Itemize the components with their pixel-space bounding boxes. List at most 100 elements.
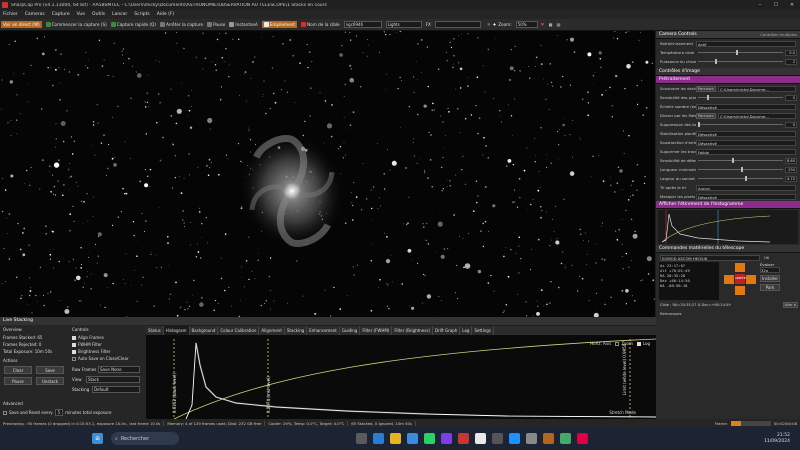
west-button[interactable] <box>724 275 734 284</box>
app-icon-6[interactable] <box>525 433 537 444</box>
tab-histogram[interactable]: Histogram <box>163 326 190 335</box>
live-image[interactable] <box>0 31 655 317</box>
dark-browse-button[interactable]: Parcourir <box>696 85 717 92</box>
refresh-select[interactable]: Actif <box>696 40 796 47</box>
clear-button[interactable]: Clear <box>4 366 32 374</box>
brightness-filter-checkbox[interactable] <box>72 349 76 354</box>
app-icon-2[interactable] <box>457 433 469 444</box>
stop-capture-button[interactable]: Arrêter la capture <box>159 22 203 27</box>
temp-value[interactable]: 0.0 <box>785 49 797 56</box>
app-icon-8[interactable] <box>576 433 588 444</box>
app-icon-5[interactable] <box>508 433 520 444</box>
close-button[interactable]: ✕ <box>784 2 800 8</box>
menu-outils[interactable]: Outils <box>92 12 105 17</box>
tab-status[interactable]: Status <box>146 326 164 335</box>
goto-button[interactable]: Aller à <box>782 301 798 308</box>
windows-start-icon[interactable]: ⊞ <box>92 433 103 444</box>
multi-controls-option[interactable]: Contrôles multiples <box>760 32 797 37</box>
flat-browse-button[interactable]: Parcourir <box>696 112 717 119</box>
camera-controls-header[interactable]: Camera Controls Contrôles multiples <box>656 31 800 39</box>
whatsapp-icon[interactable] <box>423 433 435 444</box>
save-button[interactable]: Save <box>36 366 64 374</box>
mask-select[interactable]: Désactivé <box>696 193 796 200</box>
maximize-button[interactable]: ☐ <box>768 2 784 8</box>
tab-filter-brightness[interactable]: Filter (Brightness) <box>392 326 433 335</box>
mini-histogram[interactable] <box>658 210 798 244</box>
snapshot-button[interactable]: Instantané <box>229 22 258 27</box>
banding-slider[interactable] <box>698 122 783 127</box>
banding-value[interactable]: 0 <box>785 121 797 128</box>
tab-log[interactable]: Log <box>460 326 473 335</box>
width-slider[interactable] <box>698 176 783 181</box>
hot-pixel-value[interactable]: 5 <box>785 94 797 101</box>
minimize-button[interactable]: – <box>752 2 768 8</box>
preprocess-header[interactable]: Prétraitement <box>656 76 800 84</box>
heater-slider[interactable] <box>698 59 783 64</box>
clock[interactable]: 21:52 11/09/2024 <box>764 433 790 445</box>
auto-save-checkbox[interactable] <box>72 356 76 361</box>
tab-colour-calibration[interactable]: Colour Calibration <box>218 326 260 335</box>
pause-button[interactable]: Pause <box>207 22 225 27</box>
edge-icon[interactable] <box>372 433 384 444</box>
detection-value[interactable]: 8.60 <box>785 157 797 164</box>
menu-lancer[interactable]: Lancer <box>112 12 127 17</box>
menu-scripts[interactable]: Scripts <box>134 12 149 17</box>
sun-icon[interactable]: ☼ <box>487 22 491 27</box>
menu-fichier[interactable]: Fichier <box>3 12 18 17</box>
tab-enhancement[interactable]: Enhancement <box>307 326 340 335</box>
grid-icon[interactable]: ▦ <box>548 22 552 27</box>
log-checkbox[interactable] <box>636 341 641 346</box>
unstack-button[interactable]: Unstack <box>36 377 64 385</box>
store-icon[interactable] <box>406 433 418 444</box>
tab-filter-fwhm[interactable]: Filter (FWHM) <box>360 326 393 335</box>
pause-stack-button[interactable]: Pause <box>4 377 32 385</box>
south-button[interactable] <box>735 286 745 295</box>
trails-select[interactable]: Faible <box>696 148 796 155</box>
quick-capture-button[interactable]: Capture rapide (Q) <box>110 22 156 27</box>
dark-path[interactable]: C:\Users\micky\Docume... <box>718 85 796 92</box>
temp-slider[interactable] <box>698 50 783 55</box>
dark-scale-select[interactable]: Désactivé <box>696 103 796 110</box>
stop-button[interactable]: ARRÊTER <box>735 274 747 284</box>
install-button[interactable]: Installer <box>760 275 780 282</box>
east-button[interactable] <box>746 275 756 284</box>
detection-slider[interactable] <box>698 158 783 163</box>
raw-frames-select[interactable]: Save None <box>98 366 140 373</box>
app-icon-7[interactable] <box>559 433 571 444</box>
mount-select[interactable]: EQMOD ASCOM HEQ5/6 <box>660 254 760 261</box>
flat-path[interactable]: C:\Users\micky\Docume... <box>718 112 796 119</box>
zoom-select[interactable]: 50% <box>515 21 538 28</box>
mount-header[interactable]: Commandes matérielles du télescope <box>656 245 800 253</box>
crosshair-icon[interactable]: ✚ <box>493 22 497 27</box>
folder-icon[interactable] <box>389 433 401 444</box>
heater-value[interactable]: 2 <box>785 58 797 65</box>
save-reset-checkbox[interactable] <box>3 410 7 415</box>
fwhm-filter-checkbox[interactable] <box>72 342 76 347</box>
flat-stab-select[interactable]: Désactivé <box>696 130 796 137</box>
background-select[interactable]: Désactivé <box>696 139 796 146</box>
align-frames-checkbox[interactable] <box>72 335 76 340</box>
app-icon-3[interactable] <box>474 433 486 444</box>
tab-drift-graph[interactable]: Drift Graph <box>433 326 461 335</box>
menu-capture[interactable]: Capture <box>52 12 70 17</box>
menu-vue[interactable]: Vue <box>77 12 85 17</box>
rate-select[interactable]: 32x <box>760 267 780 273</box>
frame-type-select[interactable]: Lights <box>385 21 422 28</box>
min-length-slider[interactable] <box>698 167 783 172</box>
heart-icon[interactable]: ♥ <box>541 22 545 27</box>
taskbar-search[interactable]: ⌕ Rechercher <box>111 432 179 445</box>
tab-guiding[interactable]: Guiding <box>340 326 361 335</box>
min-length-value[interactable]: 234 <box>785 166 797 173</box>
zoom-checkbox[interactable] <box>615 341 620 346</box>
live-view-button[interactable]: Voir en direct (W) <box>1 21 42 28</box>
task-view-icon[interactable] <box>355 433 367 444</box>
image-controls-header[interactable]: Contrôles d'image <box>656 68 800 76</box>
tab-settings[interactable]: Settings <box>472 326 494 335</box>
menu-aide[interactable]: Aide (F) <box>157 12 174 17</box>
cull-select[interactable]: Aucun <box>696 184 796 191</box>
mount-use-label[interactable]: Uti <box>764 255 769 260</box>
sharpcap-icon[interactable] <box>542 433 554 444</box>
stacking-mode-select[interactable]: Default <box>92 386 140 393</box>
target-name-input[interactable]: ngc6946 <box>343 21 382 28</box>
save-reset-minutes[interactable]: 5 <box>54 409 64 416</box>
